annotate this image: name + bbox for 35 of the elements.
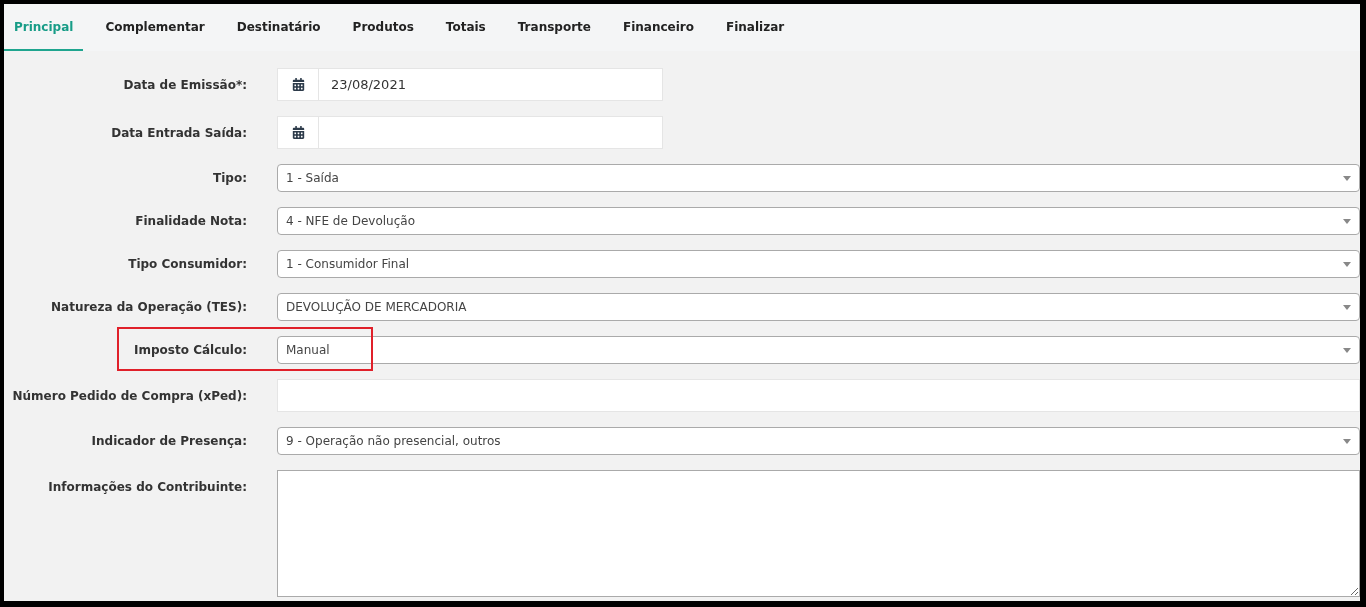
caret-icon [1343,218,1351,224]
date-field[interactable] [277,116,663,149]
field-label: Indicador de Presença: [90,433,247,450]
field-label: Número Pedido de Compra (xPed): [11,387,247,405]
field-label: Imposto Cálculo: [133,342,247,359]
input-field[interactable] [277,379,1360,412]
caret-icon [1343,347,1351,353]
field-label: Data Entrada Saída: [110,124,247,142]
tab[interactable]: Destinatário [226,4,331,51]
dropdown-field[interactable]: 1 - Consumidor Final [277,250,1360,278]
caret-icon [1343,438,1351,444]
caret-icon [1343,304,1351,310]
date-field[interactable]: 23/08/2021 [277,68,663,101]
caret-icon [1343,261,1351,267]
tab[interactable]: Totais [435,4,496,51]
dropdown-field[interactable]: 1 - Saída [277,164,1360,192]
dropdown-field[interactable]: 4 - NFE de Devolução [277,207,1360,235]
field-label: Tipo: [212,170,247,187]
field-label: Tipo Consumidor: [127,256,247,273]
field-label: Natureza da Operação (TES): [50,299,247,316]
text-area[interactable] [277,470,1360,597]
tab[interactable]: Transporte [507,4,601,51]
field-label: Data de Emissão*: [122,76,247,94]
caret-icon [1343,175,1351,181]
tab[interactable]: Finalizar [716,4,795,51]
calendar-icon[interactable] [291,78,305,91]
tab[interactable]: Produtos [342,4,424,51]
dropdown-field[interactable]: DEVOLUÇÃO DE MERCADORIA [277,293,1360,321]
calendar-icon[interactable] [291,126,305,139]
field-label: Finalidade Nota: [134,213,247,230]
tab[interactable]: Complementar [95,4,215,51]
dropdown-field[interactable]: 9 - Operação não presencial, outros [277,427,1360,455]
field-label: Informações do Contribuinte: [47,479,247,496]
tab[interactable]: Financeiro [612,4,704,51]
dropdown-field[interactable]: Manual [277,336,1360,364]
